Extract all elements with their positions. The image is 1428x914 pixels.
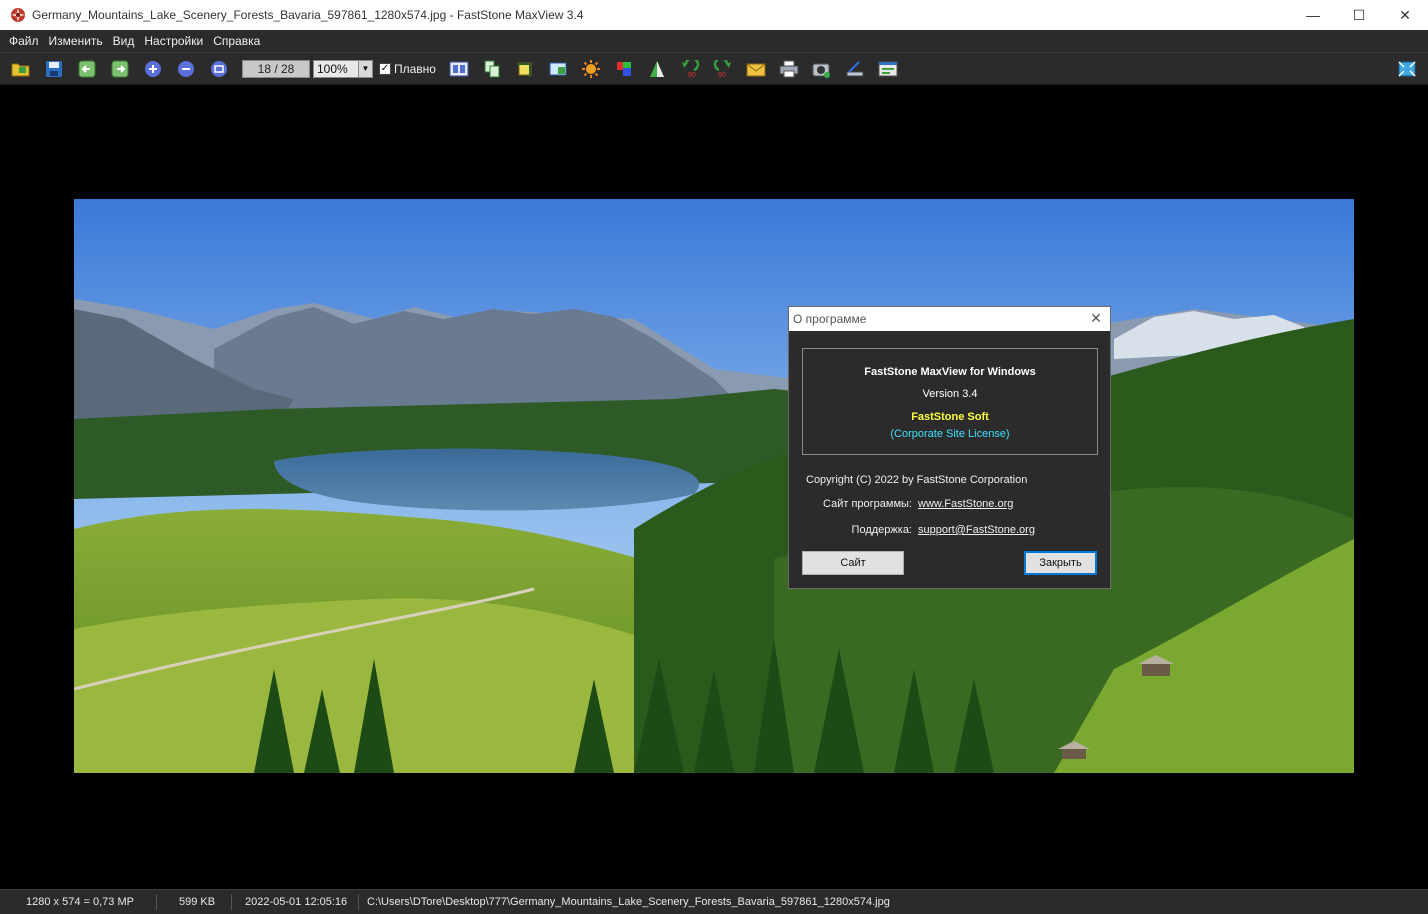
minimize-button[interactable]: — xyxy=(1290,0,1336,30)
close-window-button[interactable]: ✕ xyxy=(1382,0,1428,30)
menu-view[interactable]: Вид xyxy=(108,30,140,53)
open-folder-icon[interactable] xyxy=(8,56,34,82)
support-label: Поддержка: xyxy=(851,524,912,536)
status-bar: 1280 x 574 = 0,73 MP 599 KB 2022-05-01 1… xyxy=(0,889,1428,914)
site-link[interactable]: www.FastStone.org xyxy=(918,498,1013,510)
support-row: Поддержка: support@FastStone.org xyxy=(789,524,1035,536)
fit-icon[interactable] xyxy=(206,56,232,82)
copyright-text: Copyright (C) 2022 by FastStone Corporat… xyxy=(806,474,1028,486)
about-dialog: О программе ✕ FastStone MaxView for Wind… xyxy=(788,306,1111,589)
title-bar: Germany_Mountains_Lake_Scenery_Forests_B… xyxy=(0,0,1428,30)
menu-file[interactable]: Файл xyxy=(4,30,44,53)
adjust-brightness-icon[interactable] xyxy=(578,56,604,82)
status-dimensions: 1280 x 574 = 0,73 MP xyxy=(0,894,157,910)
close-icon[interactable]: ✕ xyxy=(1088,310,1104,326)
print-icon[interactable] xyxy=(776,56,802,82)
copy-icon[interactable] xyxy=(479,56,505,82)
smooth-label: Плавно xyxy=(394,61,436,76)
close-dialog-button[interactable]: Закрыть xyxy=(1024,551,1097,575)
app-logo-icon xyxy=(10,7,26,23)
color-icon[interactable] xyxy=(611,56,637,82)
page-counter[interactable]: 18 / 28 xyxy=(242,59,310,78)
zoom-value[interactable]: 100% xyxy=(313,59,359,78)
menu-help[interactable]: Справка xyxy=(208,30,265,53)
company-name: FastStone Soft xyxy=(911,411,989,423)
email-icon[interactable] xyxy=(743,56,769,82)
zoom-in-icon[interactable] xyxy=(140,56,166,82)
toolbar: 18 / 28 100% ▼ ✓ Плавно 90 90 xyxy=(0,53,1428,85)
status-datetime: 2022-05-01 12:05:16 xyxy=(232,894,359,910)
settings-icon[interactable] xyxy=(875,56,901,82)
crop-icon[interactable] xyxy=(512,56,538,82)
rotate-right-icon[interactable]: 90 xyxy=(710,56,736,82)
smooth-checkbox[interactable]: ✓ xyxy=(379,62,391,75)
resize-icon[interactable] xyxy=(545,56,571,82)
window-controls: — ☐ ✕ xyxy=(1290,0,1428,30)
maximize-button[interactable]: ☐ xyxy=(1336,0,1382,30)
smooth-toggle[interactable]: ✓ Плавно xyxy=(379,62,436,76)
rotate-left-icon[interactable]: 90 xyxy=(677,56,703,82)
product-version: Version 3.4 xyxy=(922,388,978,400)
window-title: Germany_Mountains_Lake_Scenery_Forests_B… xyxy=(32,8,584,22)
chevron-down-icon[interactable]: ▼ xyxy=(359,59,373,78)
site-row: Сайт программы: www.FastStone.org xyxy=(789,498,1013,510)
status-file-path: C:\Users\DTore\Desktop\777\Germany_Mount… xyxy=(367,896,890,908)
previous-icon[interactable] xyxy=(74,56,100,82)
image-viewport[interactable] xyxy=(0,86,1428,889)
capture-icon[interactable] xyxy=(809,56,835,82)
slideshow-icon[interactable] xyxy=(446,56,472,82)
site-label: Сайт программы: xyxy=(823,498,912,510)
menu-edit[interactable]: Изменить xyxy=(44,30,108,53)
zoom-select[interactable]: 100% ▼ xyxy=(313,59,373,78)
support-link[interactable]: support@FastStone.org xyxy=(918,524,1035,536)
product-info-panel: FastStone MaxView for Windows Version 3.… xyxy=(802,348,1098,455)
dialog-title: О программе xyxy=(793,312,867,326)
zoom-out-icon[interactable] xyxy=(173,56,199,82)
next-icon[interactable] xyxy=(107,56,133,82)
menu-settings[interactable]: Настройки xyxy=(139,30,208,53)
product-name: FastStone MaxView for Windows xyxy=(864,366,1036,378)
svg-text:90: 90 xyxy=(718,72,726,78)
landscape-photo xyxy=(74,199,1354,773)
fullscreen-icon[interactable] xyxy=(1394,56,1420,82)
menu-bar: Файл Изменить Вид Настройки Справка xyxy=(0,30,1428,53)
scan-icon[interactable] xyxy=(842,56,868,82)
sharpen-icon[interactable] xyxy=(644,56,670,82)
dialog-title-bar[interactable]: О программе ✕ xyxy=(789,307,1110,331)
svg-text:90: 90 xyxy=(688,72,696,78)
save-icon[interactable] xyxy=(41,56,67,82)
status-file-size: 599 KB xyxy=(157,894,232,910)
site-button[interactable]: Сайт xyxy=(802,551,904,575)
license-type: (Corporate Site License) xyxy=(890,428,1010,440)
